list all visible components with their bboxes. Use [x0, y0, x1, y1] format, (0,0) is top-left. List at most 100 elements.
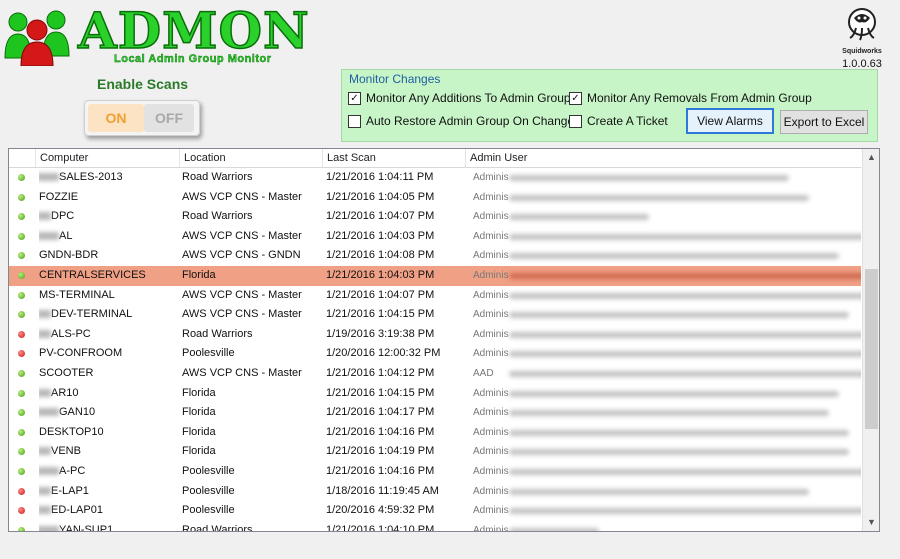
app-title: ADMON: [77, 1, 310, 61]
table-row[interactable]: DESKTOP10 Florida 1/21/2016 1:04:16 PM Admi…: [9, 423, 861, 443]
admin-user-text: Adminis: [473, 289, 509, 301]
cell-computer: VENB: [39, 442, 179, 462]
status-ok-icon: [18, 271, 25, 279]
table-row[interactable]: DPC Road Warriors 1/21/2016 1:04:07 PM Admi…: [9, 207, 861, 227]
cell-admin-user: Adminis: [469, 286, 861, 306]
scroll-down-icon[interactable]: ▼: [863, 514, 879, 531]
cell-location: Road Warriors: [182, 210, 253, 223]
cell-computer: YAN-SUP1: [39, 521, 179, 532]
status-alert-icon: [18, 487, 25, 495]
status-ok-icon: [18, 311, 25, 319]
column-header-computer[interactable]: Computer: [36, 149, 180, 167]
table-row[interactable]: CENTRALSERVICES Florida 1/21/2016 1:04:03 …: [9, 265, 861, 286]
status-ok-icon: [18, 526, 25, 531]
status-alert-icon: [18, 350, 25, 358]
redacted-mark: [39, 467, 59, 475]
cell-location: AWS VCP CNS - Master: [182, 229, 302, 242]
table-row[interactable]: ED-LAP01 Poolesville 1/20/2016 4:59:32 PM A…: [9, 501, 861, 521]
vertical-scrollbar[interactable]: ▲ ▼: [862, 149, 879, 531]
users-group-icon: [4, 10, 70, 66]
table-row[interactable]: ALS-PC Road Warriors 1/19/2016 3:19:38 PM A…: [9, 325, 861, 345]
redacted-admin-mark: [509, 312, 849, 319]
monitor-removals-checkbox[interactable]: ✓ Monitor Any Removals From Admin Group: [569, 91, 812, 105]
cell-admin-user: Adminis: [469, 482, 861, 502]
table-row[interactable]: SALES-2013 Road Warriors 1/21/2016 1:04:11…: [9, 168, 861, 188]
table-row[interactable]: E-LAP1 Poolesville 1/18/2016 11:19:45 AM Ad…: [9, 482, 861, 502]
create-ticket-label: Create A Ticket: [587, 114, 668, 128]
admin-user-text: Adminis: [473, 250, 509, 262]
table-row[interactable]: GNDN-BDR AWS VCP CNS - GNDN 1/21/2016 1:04…: [9, 246, 861, 266]
computers-table[interactable]: Computer Location Last Scan Admin User S…: [8, 148, 880, 532]
monitor-additions-checkbox[interactable]: ✓ Monitor Any Additions To Admin Groups: [348, 91, 577, 105]
status-ok-icon: [18, 409, 25, 417]
monitor-removals-label: Monitor Any Removals From Admin Group: [587, 91, 812, 105]
cell-computer: CENTRALSERVICES: [39, 266, 179, 286]
app-logo: ADMON Local Admin Group Monitor: [4, 1, 314, 68]
table-row[interactable]: A-PC Poolesville 1/21/2016 1:04:16 PM Admin…: [9, 462, 861, 482]
computer-name: FOZZIE: [39, 190, 79, 203]
toggle-on-option[interactable]: ON: [88, 104, 144, 132]
scroll-up-icon[interactable]: ▲: [863, 149, 879, 166]
status-ok-icon: [18, 467, 25, 475]
auto-restore-checkbox[interactable]: Auto Restore Admin Group On Change: [348, 114, 574, 128]
computer-name: DESKTOP10: [39, 425, 104, 438]
cell-admin-user: Adminis: [469, 188, 861, 208]
table-row[interactable]: GAN10 Florida 1/21/2016 1:04:17 PM Adminis: [9, 403, 861, 423]
table-row[interactable]: YAN-SUP1 Road Warriors 1/21/2016 1:04:10 P…: [9, 521, 861, 532]
table-row[interactable]: DEV-TERMINAL AWS VCP CNS - Master 1/21/201…: [9, 305, 861, 325]
cell-admin-user: Adminis: [469, 246, 861, 266]
cell-location: AWS VCP CNS - GNDN: [182, 249, 301, 262]
admin-user-text: Adminis: [473, 172, 509, 183]
table-row[interactable]: PV-CONFROOM Poolesville 1/20/2016 12:00:32…: [9, 344, 861, 364]
admin-user-text: Adminis: [473, 426, 509, 438]
column-header-admin-user[interactable]: Admin User: [466, 149, 861, 167]
cell-last-scan: 1/21/2016 1:04:16 PM: [326, 464, 435, 477]
cell-admin-user: Adminis: [469, 344, 861, 364]
cell-admin-user: AdminisALS...: [469, 325, 861, 345]
column-header-location[interactable]: Location: [180, 149, 323, 167]
create-ticket-checkbox[interactable]: Create A Ticket: [569, 114, 668, 128]
cell-computer: DPC: [39, 207, 179, 227]
status-ok-icon: [18, 448, 25, 456]
status-ok-icon: [18, 428, 25, 436]
redacted-mark: [39, 388, 51, 397]
table-row[interactable]: AL AWS VCP CNS - Master 1/21/2016 1:04:03 …: [9, 227, 861, 247]
computer-name: YAN-SUP1: [59, 523, 114, 532]
column-header-status[interactable]: [9, 149, 36, 167]
redacted-admin-mark: [509, 468, 861, 475]
enable-scans-toggle[interactable]: ON OFF: [84, 100, 200, 136]
table-row[interactable]: VENB Florida 1/21/2016 1:04:19 PM Adminis: [9, 442, 861, 462]
redacted-mark: [39, 329, 51, 338]
checkbox-checked-icon: ✓: [348, 91, 361, 105]
table-row[interactable]: FOZZIE AWS VCP CNS - Master 1/21/2016 1:04…: [9, 188, 861, 208]
cell-computer: PV-CONFROOM: [39, 344, 179, 364]
computer-name: A-PC: [59, 464, 86, 477]
view-alarms-button[interactable]: View Alarms: [686, 108, 774, 134]
cell-computer: DESKTOP10: [39, 423, 179, 443]
cell-last-scan: 1/21/2016 1:04:07 PM: [326, 210, 435, 223]
redacted-admin-mark: [509, 214, 649, 221]
status-ok-icon: [18, 213, 25, 221]
cell-computer: ALS-PC: [39, 325, 179, 345]
admin-user-text: Adminis: [473, 505, 509, 517]
redacted-admin-mark: [509, 233, 861, 240]
toggle-off-option[interactable]: OFF: [144, 104, 194, 132]
cell-last-scan: 1/21/2016 1:04:19 PM: [326, 445, 435, 458]
cell-computer: GAN10: [39, 403, 179, 423]
cell-computer: GNDN-BDR: [39, 246, 179, 266]
cell-location: AWS VCP CNS - Master: [182, 288, 302, 301]
cell-admin-user: AdminisNE...: [469, 462, 861, 482]
column-header-last-scan[interactable]: Last Scan: [323, 149, 466, 167]
enable-scans-label: Enable Scans: [97, 76, 189, 92]
cell-admin-user: Adminis: [469, 521, 861, 531]
export-excel-button[interactable]: Export to Excel: [780, 110, 868, 134]
app-subtitle: Local Admin Group Monitor: [114, 53, 272, 65]
vendor-badge: Squidworks 1.0.0.63: [832, 6, 892, 70]
table-row[interactable]: SCOOTER AWS VCP CNS - Master 1/21/2016 1:0…: [9, 364, 861, 384]
table-row[interactable]: MS-TERMINAL AWS VCP CNS - Master 1/21/2016…: [9, 286, 861, 306]
redacted-admin-mark: [509, 292, 861, 299]
scroll-thumb[interactable]: [865, 269, 878, 429]
table-row[interactable]: AR10 Florida 1/21/2016 1:04:15 PM Adminis: [9, 384, 861, 404]
cell-location: AWS VCP CNS - Master: [182, 366, 302, 379]
squid-icon: [848, 8, 876, 41]
